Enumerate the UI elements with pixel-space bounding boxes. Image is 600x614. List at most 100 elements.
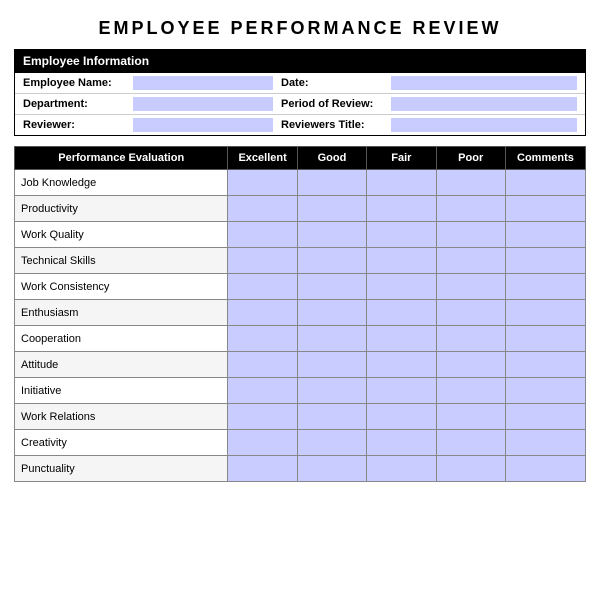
table-row: Technical Skills [15,248,586,274]
eval-row-label: Creativity [15,430,228,456]
eval-rating-cell[interactable] [505,248,585,274]
eval-row-label: Work Consistency [15,274,228,300]
eval-rating-cell[interactable] [505,430,585,456]
eval-rating-cell[interactable] [436,300,505,326]
eval-rating-cell[interactable] [228,274,297,300]
eval-rating-cell[interactable] [436,456,505,482]
eval-rating-cell[interactable] [297,170,366,196]
eval-rating-cell[interactable] [505,300,585,326]
eval-rating-cell[interactable] [436,378,505,404]
eval-rating-cell[interactable] [505,326,585,352]
eval-rating-cell[interactable] [367,170,436,196]
date-label: Date: [281,77,391,89]
eval-rating-cell[interactable] [297,430,366,456]
eval-rating-cell[interactable] [228,170,297,196]
eval-rating-cell[interactable] [505,352,585,378]
eval-rating-cell[interactable] [367,430,436,456]
eval-rating-cell[interactable] [436,248,505,274]
eval-row-label: Initiative [15,378,228,404]
eval-rating-cell[interactable] [505,196,585,222]
reviewer-label: Reviewer: [23,119,133,131]
table-row: Job Knowledge [15,170,586,196]
table-row: Cooperation [15,326,586,352]
eval-rating-cell[interactable] [297,274,366,300]
eval-rating-cell[interactable] [228,456,297,482]
eval-rating-cell[interactable] [228,300,297,326]
eval-row-label: Job Knowledge [15,170,228,196]
eval-rating-cell[interactable] [505,170,585,196]
eval-rating-cell[interactable] [228,248,297,274]
table-row: Productivity [15,196,586,222]
eval-rating-cell[interactable] [367,326,436,352]
table-row: Creativity [15,430,586,456]
col-header-good: Good [297,147,366,170]
eval-rating-cell[interactable] [505,378,585,404]
table-header-row: Performance Evaluation Excellent Good Fa… [15,147,586,170]
eval-rating-cell[interactable] [228,352,297,378]
eval-rating-cell[interactable] [297,196,366,222]
eval-rating-cell[interactable] [228,378,297,404]
eval-rating-cell[interactable] [505,274,585,300]
reviewers-title-label: Reviewers Title: [281,119,391,131]
eval-rating-cell[interactable] [367,456,436,482]
period-of-review-label: Period of Review: [281,98,391,110]
eval-rating-cell[interactable] [228,430,297,456]
table-row: Work Consistency [15,274,586,300]
page-title: EMPLOYEE PERFORMANCE REVIEW [14,18,586,39]
eval-rating-cell[interactable] [367,378,436,404]
eval-rating-cell[interactable] [228,326,297,352]
eval-rating-cell[interactable] [367,222,436,248]
eval-rating-cell[interactable] [367,248,436,274]
info-section-header: Employee Information [15,50,585,73]
eval-rating-cell[interactable] [436,196,505,222]
eval-row-label: Enthusiasm [15,300,228,326]
eval-rating-cell[interactable] [367,352,436,378]
eval-row-label: Work Quality [15,222,228,248]
reviewers-title-input[interactable] [391,118,577,132]
eval-rating-cell[interactable] [436,352,505,378]
department-input[interactable] [133,97,273,111]
eval-rating-cell[interactable] [436,404,505,430]
eval-rating-cell[interactable] [436,430,505,456]
eval-row-label: Technical Skills [15,248,228,274]
eval-rating-cell[interactable] [297,404,366,430]
eval-row-label: Work Relations [15,404,228,430]
eval-rating-cell[interactable] [367,300,436,326]
eval-rating-cell[interactable] [297,248,366,274]
eval-rating-cell[interactable] [297,222,366,248]
col-header-comments: Comments [505,147,585,170]
eval-rating-cell[interactable] [505,456,585,482]
eval-rating-cell[interactable] [297,326,366,352]
eval-rating-cell[interactable] [297,456,366,482]
eval-rating-cell[interactable] [436,326,505,352]
employee-name-input[interactable] [133,76,273,90]
eval-rating-cell[interactable] [505,222,585,248]
eval-rating-cell[interactable] [228,404,297,430]
eval-rating-cell[interactable] [297,352,366,378]
eval-rating-cell[interactable] [228,222,297,248]
eval-row-label: Attitude [15,352,228,378]
col-header-poor: Poor [436,147,505,170]
eval-rating-cell[interactable] [436,222,505,248]
info-row-1: Employee Name: Date: [15,73,585,94]
table-row: Initiative [15,378,586,404]
department-label: Department: [23,98,133,110]
eval-row-label: Punctuality [15,456,228,482]
period-of-review-input[interactable] [391,97,577,111]
reviewer-input[interactable] [133,118,273,132]
eval-rating-cell[interactable] [297,300,366,326]
eval-rating-cell[interactable] [367,274,436,300]
page: EMPLOYEE PERFORMANCE REVIEW Employee Inf… [0,0,600,500]
employee-info-section: Employee Information Employee Name: Date… [14,49,586,136]
date-input[interactable] [391,76,577,90]
eval-rating-cell[interactable] [436,170,505,196]
eval-row-label: Cooperation [15,326,228,352]
eval-rating-cell[interactable] [367,404,436,430]
eval-rating-cell[interactable] [228,196,297,222]
eval-rating-cell[interactable] [367,196,436,222]
eval-rating-cell[interactable] [297,378,366,404]
table-row: Work Relations [15,404,586,430]
eval-rating-cell[interactable] [505,404,585,430]
eval-rating-cell[interactable] [436,274,505,300]
employee-name-label: Employee Name: [23,77,133,89]
